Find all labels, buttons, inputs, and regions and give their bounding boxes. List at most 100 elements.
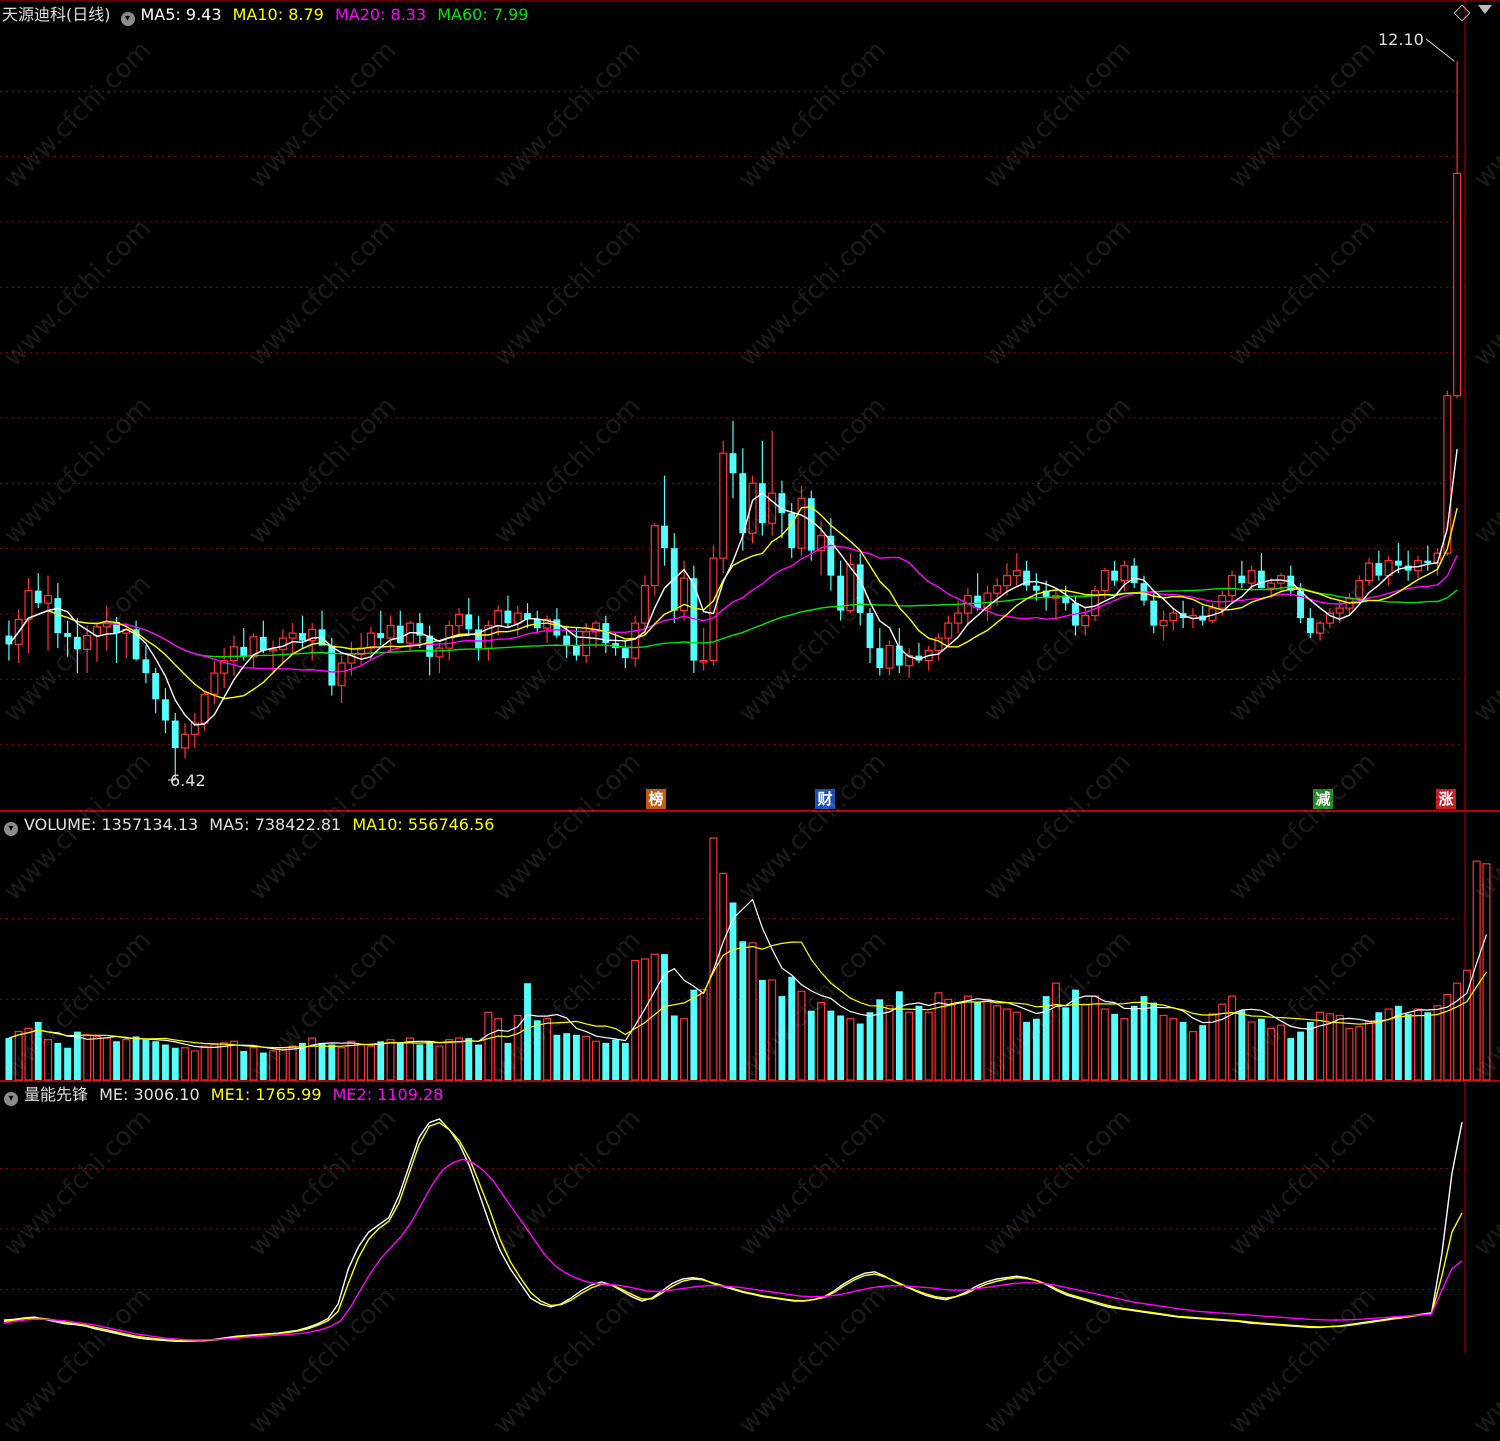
volume-bar — [1306, 1021, 1314, 1080]
stock-chart[interactable] — [0, 0, 1500, 1353]
candle-body — [328, 645, 336, 686]
tag-jian[interactable]: 减 — [1313, 789, 1333, 809]
volume-bar — [347, 1040, 356, 1081]
candle-body — [631, 622, 640, 659]
candle-body — [152, 673, 160, 700]
volume-bar — [876, 999, 884, 1080]
volume-bar — [249, 1047, 258, 1081]
volume-bar — [122, 1039, 131, 1081]
volume-bar — [1424, 1012, 1432, 1080]
volume-bar — [602, 1042, 610, 1080]
volume-bar — [132, 1036, 140, 1080]
volume-ma5-line — [8, 898, 1488, 1051]
volume-bar — [778, 996, 786, 1080]
volume-bar — [748, 942, 757, 1081]
candle-body — [1247, 570, 1256, 584]
candle-body — [454, 613, 464, 627]
volume-bar — [396, 1042, 404, 1080]
candle-body — [1111, 570, 1119, 581]
volume-bar — [465, 1038, 473, 1080]
tag-zhang[interactable]: 涨 — [1436, 789, 1456, 809]
volume-bar — [200, 1045, 209, 1081]
chevron-down-icon[interactable] — [1478, 5, 1492, 14]
candle-body — [1276, 575, 1285, 584]
tag-cai[interactable]: 财 — [815, 789, 835, 809]
candle-body — [699, 659, 708, 663]
volume-bar — [54, 1042, 62, 1080]
candle-body — [1081, 615, 1090, 627]
candle-body — [200, 693, 209, 724]
volume-bar — [524, 983, 531, 1080]
volume-bar — [612, 1039, 620, 1080]
candle-body — [210, 672, 219, 695]
volume-bar — [1228, 995, 1237, 1081]
volume-bar — [1002, 1008, 1012, 1081]
volume-bar — [1032, 1018, 1040, 1080]
volume-bar — [1404, 1013, 1412, 1080]
indicator-name[interactable]: 量能先锋 — [24, 1085, 88, 1104]
volume-bar — [475, 1044, 483, 1080]
volume-menu-icon[interactable]: ▾ — [4, 822, 18, 836]
tag-bang[interactable]: 榜 — [646, 789, 666, 809]
candle-body — [1257, 570, 1265, 589]
candle-body — [974, 595, 982, 609]
volume-bar — [337, 1047, 346, 1081]
candle-body — [640, 585, 649, 624]
volume-bar — [1111, 1013, 1119, 1080]
volume-bar — [288, 1045, 297, 1081]
volume-bar — [142, 1039, 150, 1080]
volume-bar — [924, 1011, 933, 1081]
volume-bar — [690, 989, 698, 1080]
candle-body — [288, 632, 297, 639]
volume-bar — [152, 1041, 160, 1080]
volume-bar — [905, 1011, 914, 1081]
volume-bar — [1072, 989, 1079, 1080]
candle-body — [788, 513, 796, 549]
volume-bar — [1355, 1026, 1364, 1081]
indicator-menu-icon[interactable]: ▾ — [120, 12, 135, 26]
volume-bar — [1482, 863, 1491, 1081]
volume-bar — [1091, 995, 1100, 1081]
me1-label: ME1: 1765.99 — [210, 1085, 322, 1104]
candle-body — [1306, 618, 1314, 634]
stock-title[interactable]: 天源迪科(日线) — [2, 5, 111, 24]
high-price-label: 12.10 — [1378, 30, 1424, 49]
volume-bar — [1413, 1008, 1422, 1081]
candle-body — [719, 452, 728, 559]
chart-canvas[interactable] — [0, 0, 1500, 1353]
volume-bar — [1130, 1005, 1138, 1080]
volume-bar — [1247, 1021, 1256, 1081]
candle-body — [856, 564, 864, 614]
volume-label: VOLUME: 1357134.13 — [24, 815, 199, 834]
volume-bar — [435, 1045, 444, 1081]
volume-bar — [563, 1033, 571, 1080]
volume-bar — [269, 1050, 278, 1081]
candle-body — [944, 622, 953, 639]
candle-body — [269, 648, 278, 652]
candle-body — [44, 595, 53, 604]
volume-bar — [895, 991, 903, 1080]
volume-bar — [445, 1039, 454, 1081]
candle-body — [396, 625, 404, 644]
candle-body — [366, 632, 375, 649]
volume-bar — [83, 1034, 92, 1081]
volume-bar — [963, 995, 972, 1081]
indicator-panel-menu-icon[interactable]: ▾ — [4, 1092, 18, 1106]
volume-bar — [366, 1045, 375, 1081]
candle-body — [1365, 562, 1374, 582]
volume-bar — [573, 1034, 580, 1080]
candle-body — [758, 483, 766, 524]
volume-bar — [1150, 1002, 1158, 1080]
volume-bar — [954, 1001, 963, 1081]
volume-bar — [14, 1030, 23, 1081]
volume-bar — [357, 1043, 366, 1081]
volume-bar — [1218, 1003, 1227, 1081]
ma60-label: MA60: 7.99 — [437, 5, 529, 24]
volume-bar — [680, 1018, 689, 1081]
volume-bar — [846, 1018, 855, 1081]
candle-body — [1424, 560, 1432, 564]
volume-bar — [454, 1037, 464, 1081]
candle-body — [465, 614, 473, 630]
volume-bar — [543, 1018, 552, 1081]
candle-body — [729, 453, 737, 474]
